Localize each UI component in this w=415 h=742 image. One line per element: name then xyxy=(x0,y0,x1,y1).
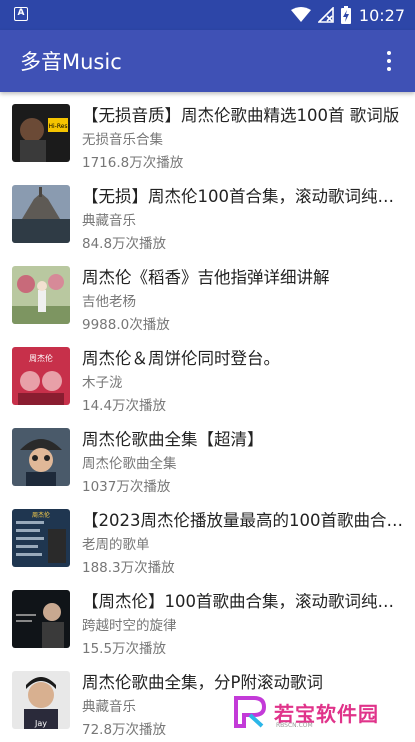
list-item[interactable]: 周杰伦 【2023周杰伦播放量最高的100首歌曲合集】 老周的歌单 188.3万… xyxy=(0,499,415,580)
item-plays: 188.3万次播放 xyxy=(82,560,175,576)
item-plays: 1716.8万次播放 xyxy=(82,155,184,171)
watermark-sub: RBSCN.COM xyxy=(276,722,313,729)
list-item[interactable]: Hi-Res 【无损音质】周杰伦歌曲精选100首 歌词版 无损音乐合集 1716… xyxy=(0,94,415,175)
overflow-menu-button[interactable] xyxy=(377,48,401,74)
item-title: 【2023周杰伦播放量最高的100首歌曲合集】 xyxy=(82,511,410,530)
clock: 10:27 xyxy=(358,5,405,25)
app-bar: 多音Music xyxy=(0,30,415,92)
item-author: 吉他老杨 xyxy=(82,294,136,310)
item-author: 周杰伦歌曲全集 xyxy=(82,456,177,472)
item-title: 【无损音质】周杰伦歌曲精选100首 歌词版 xyxy=(82,106,400,125)
list-item[interactable]: 周杰伦歌曲全集【超清】 周杰伦歌曲全集 1037万次播放 xyxy=(0,418,415,499)
battery-charging-icon xyxy=(340,6,351,24)
item-title: 【无损】周杰伦100首合集，滚动歌词纯享版 xyxy=(82,187,410,206)
overflow-dot xyxy=(387,59,391,63)
list-item[interactable]: 【周杰伦】100首歌曲合集，滚动歌词纯享版 跨越时空的旋律 15.5万次播放 xyxy=(0,580,415,661)
item-plays: 84.8万次播放 xyxy=(82,236,167,252)
thumbnail xyxy=(12,185,70,243)
thumbnail: Hi-Res xyxy=(12,104,70,162)
item-title: 周杰伦《稻香》吉他指弹详细讲解 xyxy=(82,268,330,287)
item-title: 周杰伦＆周饼伦同时登台。 xyxy=(82,349,280,368)
item-author: 典藏音乐 xyxy=(82,699,136,715)
item-author: 典藏音乐 xyxy=(82,213,136,229)
item-author: 跨越时空的旋律 xyxy=(82,618,177,634)
thumbnail xyxy=(12,266,70,324)
app-title: 多音Music xyxy=(20,50,122,74)
item-title: 【周杰伦】100首歌曲合集，滚动歌词纯享版 xyxy=(82,592,410,611)
thumb-label: Hi-Res xyxy=(48,123,67,130)
item-plays: 9988.0次播放 xyxy=(82,317,170,333)
wifi-icon xyxy=(290,7,311,22)
video-list: Hi-Res 【无损音质】周杰伦歌曲精选100首 歌词版 无损音乐合集 1716… xyxy=(0,94,415,742)
list-item[interactable]: 周杰伦《稻香》吉他指弹详细讲解 吉他老杨 9988.0次播放 xyxy=(0,256,415,337)
thumbnail xyxy=(12,428,70,486)
overflow-dot xyxy=(387,67,391,71)
watermark: 若宝软件园 RBSCN.COM xyxy=(232,689,412,735)
no-signal-icon xyxy=(317,7,334,23)
item-title: 周杰伦歌曲全集【超清】 xyxy=(82,430,264,449)
thumb-label: Jay xyxy=(34,719,47,728)
list-item[interactable]: 周杰伦 周杰伦＆周饼伦同时登台。 木子泷 14.4万次播放 xyxy=(0,337,415,418)
item-author: 老周的歌单 xyxy=(82,537,150,553)
thumbnail: Jay xyxy=(12,671,70,729)
item-plays: 72.8万次播放 xyxy=(82,722,167,738)
thumbnail: 周杰伦 xyxy=(12,509,70,567)
list-item[interactable]: 【无损】周杰伦100首合集，滚动歌词纯享版 典藏音乐 84.8万次播放 xyxy=(0,175,415,256)
status-icons: 10:27 xyxy=(284,4,405,26)
item-author: 木子泷 xyxy=(82,375,123,391)
thumb-label: 周杰伦 xyxy=(32,511,50,519)
watermark-logo-icon xyxy=(234,696,267,728)
overflow-dot xyxy=(387,51,391,55)
thumbnail xyxy=(12,590,70,648)
item-plays: 1037万次播放 xyxy=(82,479,171,495)
item-author: 无损音乐合集 xyxy=(82,132,163,148)
status-bar: A 10:27 xyxy=(0,0,415,30)
item-plays: 15.5万次播放 xyxy=(82,641,167,657)
thumb-label: 周杰伦 xyxy=(29,353,53,363)
notification-a-icon: A xyxy=(14,7,28,21)
item-plays: 14.4万次播放 xyxy=(82,398,167,414)
thumbnail: 周杰伦 xyxy=(12,347,70,405)
